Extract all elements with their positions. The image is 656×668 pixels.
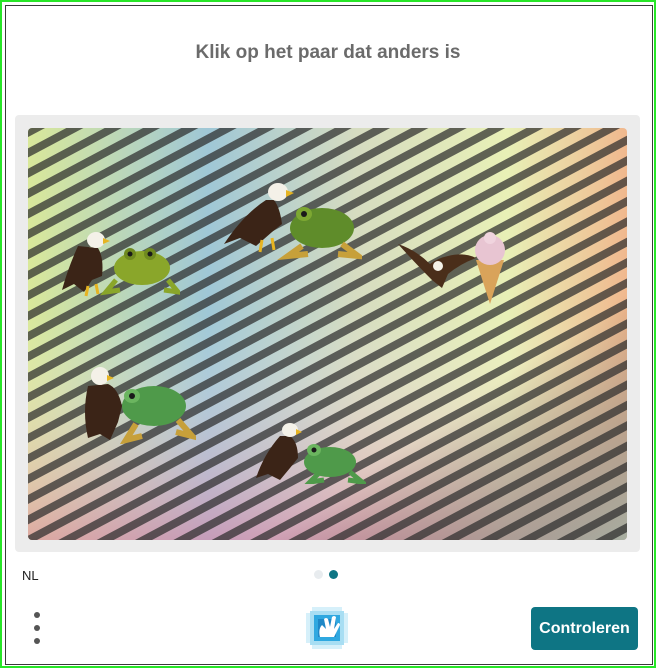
language-selector[interactable]: NL bbox=[22, 568, 39, 583]
page-dot-2-active bbox=[329, 570, 338, 579]
check-button[interactable]: Controleren bbox=[531, 607, 638, 650]
eagle-icon bbox=[256, 423, 302, 480]
eagle-icon bbox=[62, 232, 110, 297]
eagle-frog-pair-4[interactable] bbox=[254, 422, 366, 484]
eagle-frog-pair-3[interactable] bbox=[80, 362, 196, 444]
eagle-icon bbox=[85, 367, 122, 440]
eagle-frog-pair-2[interactable] bbox=[222, 180, 362, 260]
frog-icon bbox=[277, 207, 362, 260]
frog-icon bbox=[99, 248, 180, 296]
page-dot-1 bbox=[314, 570, 323, 579]
hand-logo-icon[interactable] bbox=[306, 607, 348, 649]
eagle-icon bbox=[224, 183, 294, 253]
frog-icon bbox=[304, 444, 366, 484]
ice-cream-icon bbox=[475, 232, 505, 304]
eagle-frog-pair-1[interactable] bbox=[58, 228, 180, 300]
eagle-icecream-pair[interactable] bbox=[394, 230, 510, 306]
challenge-title: Klik op het paar dat anders is bbox=[195, 42, 461, 63]
frog-icon bbox=[119, 386, 196, 444]
eagle-icon bbox=[398, 244, 476, 288]
more-vertical-icon[interactable] bbox=[29, 610, 45, 646]
